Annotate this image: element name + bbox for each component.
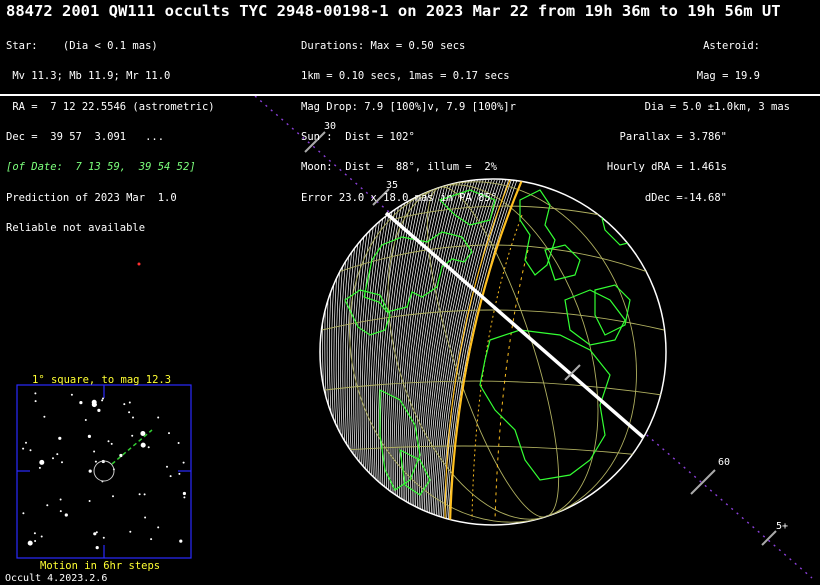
asteroid-line: dDec =-14.68" (644, 191, 727, 204)
header-divider (0, 94, 820, 96)
asteroid-line: Asteroid: (703, 40, 760, 53)
asteroid-line: Dia = 5.0 ±1.0km, 3 mas (644, 100, 790, 113)
inset-title: 1° square, to mag 12.3 (32, 374, 172, 386)
event-line: Error 23.0 x 18.0 mas in PA 85° (301, 191, 497, 204)
star-line: Star: (Dia < 0.1 mas) (6, 40, 158, 53)
event-line: Sun : Dist = 102° (301, 131, 415, 144)
star-line: Prediction of 2023 Mar 1.0 (6, 191, 177, 204)
star-chart-inset (16, 384, 192, 559)
page-title: 88472 2001 QW111 occults TYC 2948-00198-… (6, 2, 781, 20)
event-line: Mag Drop: 7.9 [100%]v, 7.9 [100%]r (301, 100, 516, 113)
event-info: Durations: Max = 0.50 secs 1km = 0.10 se… (301, 21, 516, 213)
asteroid-line: Mag = 19.9 (696, 70, 760, 83)
star-line: [of Date: 7 13 59, 39 54 52] (6, 161, 196, 174)
version-label: Occult 4.2023.2.6 (5, 573, 108, 584)
star-line: Reliable not available (6, 221, 146, 234)
event-line: Durations: Max = 0.50 secs (301, 40, 466, 53)
star-line: Dec = 39 57 3.091 ... (6, 131, 165, 144)
path-label: 35 (386, 180, 399, 191)
sun-marker (137, 262, 141, 266)
event-line: 1km = 0.10 secs, 1mas = 0.17 secs (301, 70, 510, 83)
star-line: RA = 7 12 22.5546 (astrometric) (6, 100, 215, 113)
path-label: 60 (718, 457, 731, 468)
asteroid-line: Hourly dRA = 1.461s (606, 161, 727, 174)
asteroid-info: Asteroid: Mag = 19.9 Dia = 5.0 ±1.0km, 3… (607, 21, 790, 213)
star-info: Star: (Dia < 0.1 mas) Mv 11.3; Mb 11.9; … (6, 21, 215, 243)
star-line: Mv 11.3; Mb 11.9; Mr 11.0 (6, 70, 171, 83)
inset-footer: Motion in 6hr steps (40, 560, 161, 572)
event-line: Moon: Dist = 88°, illum = 2% (301, 161, 497, 174)
path-label: 5+ (776, 521, 789, 532)
path-label: 30 (324, 121, 337, 132)
asteroid-line: Parallax = 3.786" (619, 131, 727, 144)
